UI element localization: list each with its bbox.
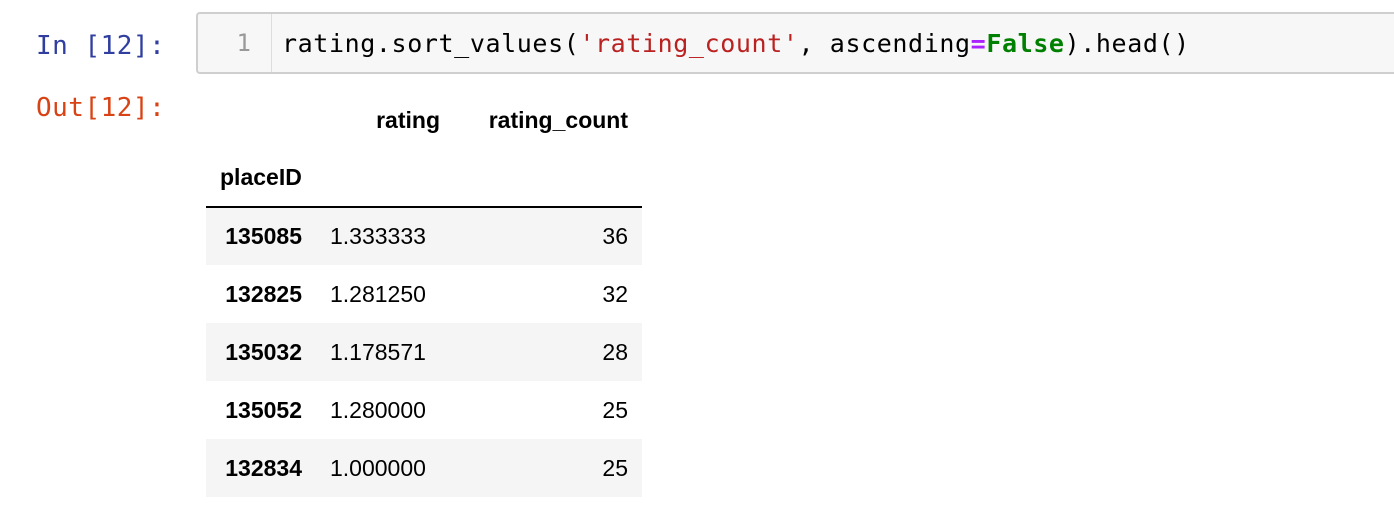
index-header-blank	[206, 92, 316, 148]
table-row: 135052 1.280000 25	[206, 381, 642, 439]
row-index: 135085	[225, 223, 302, 249]
index-name-header: placeID	[220, 163, 302, 190]
row-index: 132834	[225, 454, 302, 481]
output-prompt: Out[12]:	[36, 93, 166, 123]
cell-rating: 1.000000	[330, 454, 426, 481]
dataframe-table: rating rating_count placeID 135085 1.333…	[206, 92, 642, 497]
cell-rating: 1.333333	[330, 223, 426, 249]
cell-rating-count: 32	[602, 280, 628, 307]
code-token: , ascending	[798, 28, 971, 58]
code-line[interactable]: rating.sort_values('rating_count', ascen…	[272, 29, 1190, 58]
code-token-string: 'rating_count'	[579, 28, 799, 58]
table-row: 132834 1.000000 25	[206, 439, 642, 497]
cell-rating: 1.281250	[330, 280, 426, 307]
column-header-rating-count: rating_count	[488, 106, 628, 133]
input-prompt: In [12]:	[36, 31, 166, 61]
code-token: ).head()	[1064, 28, 1190, 58]
cell-rating-count: 28	[602, 338, 628, 365]
cell-rating: 1.280000	[330, 396, 426, 423]
index-name-filler	[316, 148, 454, 207]
code-token-keyword: False	[986, 28, 1065, 58]
table-row: 135085 1.333333 36	[206, 207, 642, 265]
table-row: 132825 1.281250 32	[206, 265, 642, 323]
cell-rating: 1.178571	[330, 338, 426, 365]
code-token-operator: =	[970, 28, 987, 58]
index-name-row: placeID	[206, 148, 642, 207]
row-index: 135032	[225, 338, 302, 365]
column-header-rating: rating	[376, 106, 440, 133]
table-row: 135032 1.178571 28	[206, 323, 642, 381]
index-name-filler	[454, 148, 642, 207]
cell-rating-count: 25	[602, 396, 628, 423]
line-number: 1	[198, 14, 272, 72]
cell-rating-count: 36	[602, 223, 628, 249]
row-index: 132825	[225, 280, 302, 307]
cell-rating-count: 25	[602, 454, 628, 481]
row-index: 135052	[225, 396, 302, 423]
code-token: rating.sort_values(	[282, 28, 580, 58]
column-header-row: rating rating_count	[206, 92, 642, 148]
code-cell-editor[interactable]: 1 rating.sort_values('rating_count', asc…	[196, 12, 1394, 74]
